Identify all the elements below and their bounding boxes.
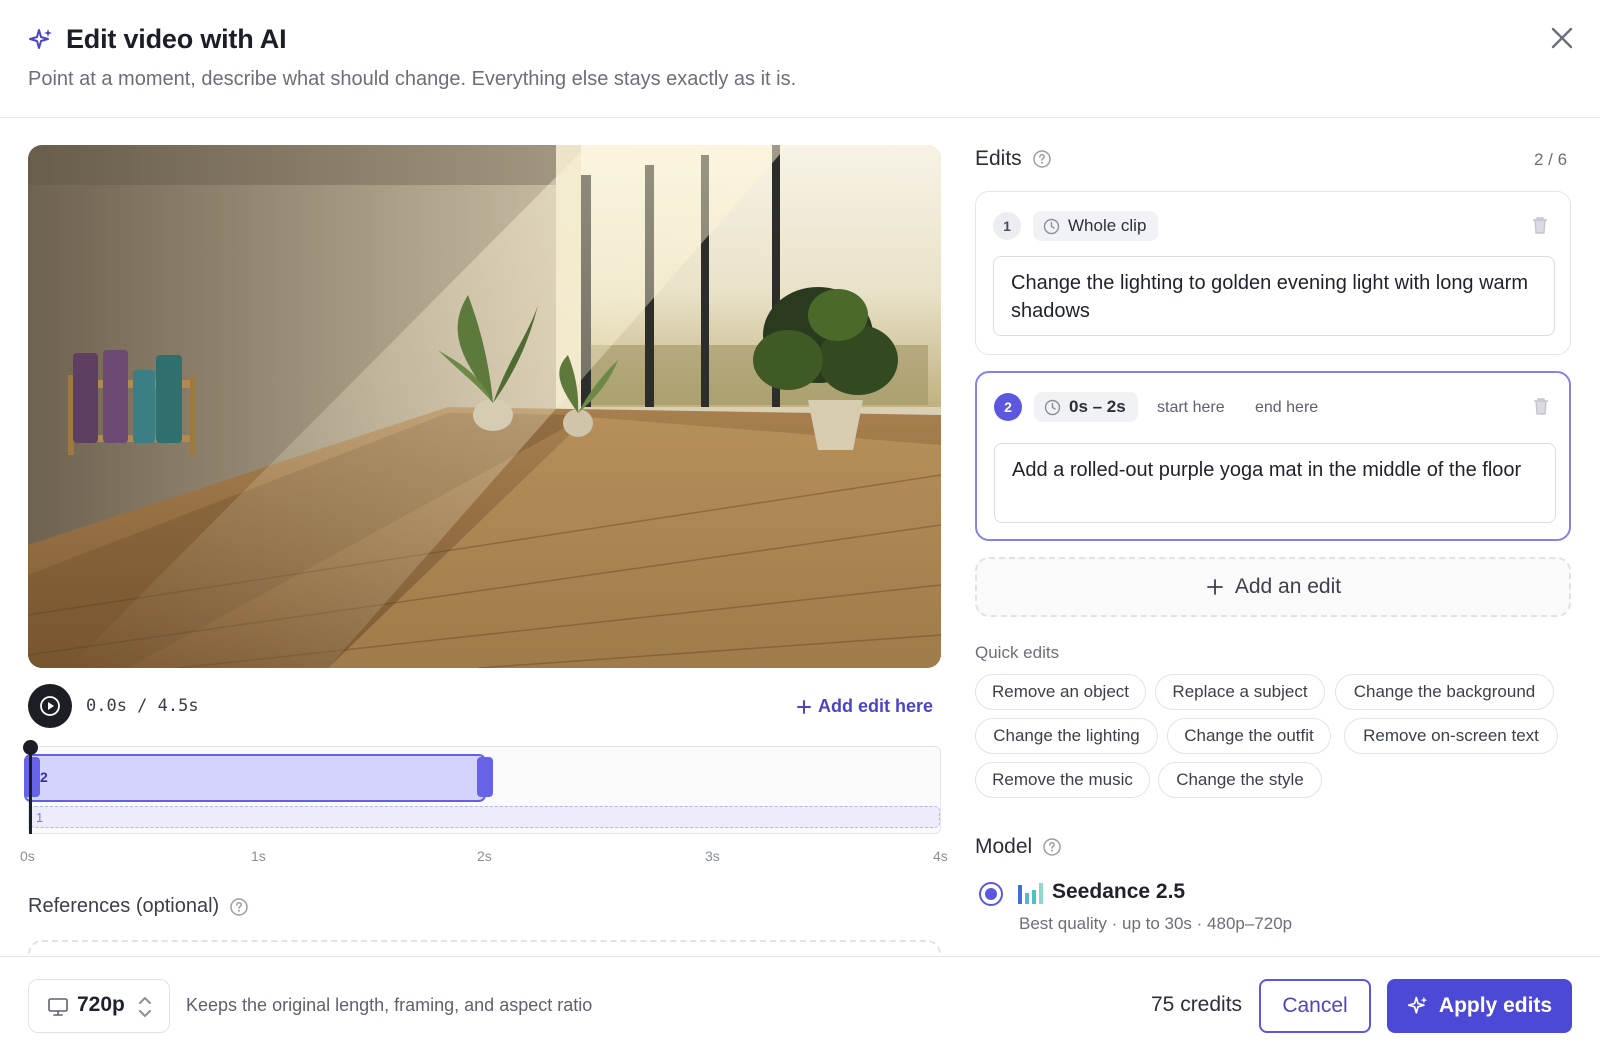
video-preview[interactable] xyxy=(28,145,941,668)
clock-icon xyxy=(1044,399,1061,415)
cancel-button[interactable]: Cancel xyxy=(1259,979,1371,1033)
plus-icon xyxy=(1206,579,1223,595)
plus-icon xyxy=(797,699,811,714)
edit-prompt-input[interactable] xyxy=(993,256,1555,336)
end-here-link[interactable]: end here xyxy=(1255,399,1318,417)
trash-icon[interactable] xyxy=(1530,395,1552,417)
edits-count: 2 / 6 xyxy=(1534,150,1568,169)
monitor-icon xyxy=(48,998,68,1016)
quick-edit-chip[interactable]: Change the style xyxy=(1158,762,1322,798)
dialog-subtitle: Point at a moment, describe what should … xyxy=(28,68,797,90)
quick-edit-chip[interactable]: Remove an object xyxy=(975,674,1146,710)
credits-cost: 75 credits xyxy=(1151,993,1243,1016)
chevron-up-down-icon xyxy=(139,997,151,1017)
sparkle-icon xyxy=(29,29,52,49)
edit-number: 2 xyxy=(994,393,1022,421)
edit-time-label: Whole clip xyxy=(1068,216,1147,235)
model-description: Best quality · up to 30s · 480p–720p xyxy=(1019,914,1293,933)
segment-2-start-handle[interactable] xyxy=(24,757,40,797)
edit-time-chip[interactable]: Whole clip xyxy=(1033,211,1159,241)
segment-2-label: 2 xyxy=(40,769,48,785)
edits-title: Edits xyxy=(975,147,1022,170)
edit-card-1: 1 Whole clip xyxy=(975,191,1571,355)
dialog-header: Edit video with AI Point at a moment, de… xyxy=(0,0,1600,118)
start-here-link[interactable]: start here xyxy=(1157,399,1225,417)
references-heading: References (optional) xyxy=(28,895,249,918)
add-an-edit-label: Add an edit xyxy=(1234,575,1342,598)
quick-edit-chip[interactable]: Remove on-screen text xyxy=(1344,718,1558,754)
quick-edits-title: Quick edits xyxy=(975,643,1060,662)
quick-edit-chip[interactable]: Change the background xyxy=(1335,674,1554,710)
edit-time-chip[interactable]: 0s – 2s xyxy=(1034,392,1138,422)
help-icon[interactable] xyxy=(1042,837,1062,857)
footer-note: Keeps the original length, framing, and … xyxy=(186,995,593,1015)
playback-time: 0.0s / 4.5s xyxy=(86,696,199,716)
segment-1-label: 1 xyxy=(36,810,44,825)
model-radio-seedance[interactable] xyxy=(979,882,1003,906)
play-icon xyxy=(40,696,60,716)
timeline-tick: 1s xyxy=(251,848,266,864)
timeline-segment-1[interactable]: 1 xyxy=(30,806,940,828)
add-edit-here-label: Add edit here xyxy=(818,696,934,716)
add-edit-here-button[interactable]: Add edit here xyxy=(796,696,933,717)
references-label: References (optional) xyxy=(28,895,220,917)
timeline-segment-2[interactable]: 2 xyxy=(24,754,486,802)
quick-edit-chip[interactable]: Remove the music xyxy=(975,762,1150,798)
dialog-title: Edit video with AI xyxy=(66,24,287,54)
edit-card-2: 2 0s – 2s start here end here xyxy=(975,371,1571,541)
model-heading: Model xyxy=(975,835,1062,859)
help-icon[interactable] xyxy=(229,897,249,917)
add-an-edit-button[interactable]: Add an edit xyxy=(975,557,1571,617)
edits-heading: Edits xyxy=(975,147,1052,171)
apply-edits-button[interactable]: Apply edits xyxy=(1387,979,1572,1033)
timeline-tick: 3s xyxy=(705,848,720,864)
edit-prompt-input[interactable] xyxy=(994,443,1556,523)
close-icon[interactable] xyxy=(1546,22,1578,54)
model-title: Model xyxy=(975,835,1033,858)
playhead-knob[interactable] xyxy=(23,740,38,755)
resolution-select[interactable]: 720p xyxy=(28,979,170,1033)
resolution-value: 720p xyxy=(77,993,125,1016)
trash-icon[interactable] xyxy=(1529,214,1551,236)
timeline-tick: 2s xyxy=(477,848,492,864)
play-button[interactable] xyxy=(28,684,72,728)
clock-icon xyxy=(1043,218,1060,234)
quick-edit-chip[interactable]: Change the lighting xyxy=(975,718,1158,754)
playhead[interactable] xyxy=(29,742,32,834)
timeline-tick: 0s xyxy=(20,848,35,864)
help-icon[interactable] xyxy=(1032,149,1052,169)
sparkle-icon xyxy=(1407,996,1428,1014)
edit-time-label: 0s – 2s xyxy=(1069,397,1126,416)
quick-edit-chip[interactable]: Change the outfit xyxy=(1167,718,1331,754)
segment-2-end-handle[interactable] xyxy=(477,757,493,797)
quick-edit-chip[interactable]: Replace a subject xyxy=(1155,674,1325,710)
apply-edits-label: Apply edits xyxy=(1438,994,1553,1017)
seedance-logo-icon xyxy=(1018,883,1043,904)
model-name: Seedance 2.5 xyxy=(1052,880,1186,903)
timeline-tick: 4s xyxy=(933,848,948,864)
edit-number: 1 xyxy=(993,212,1021,240)
